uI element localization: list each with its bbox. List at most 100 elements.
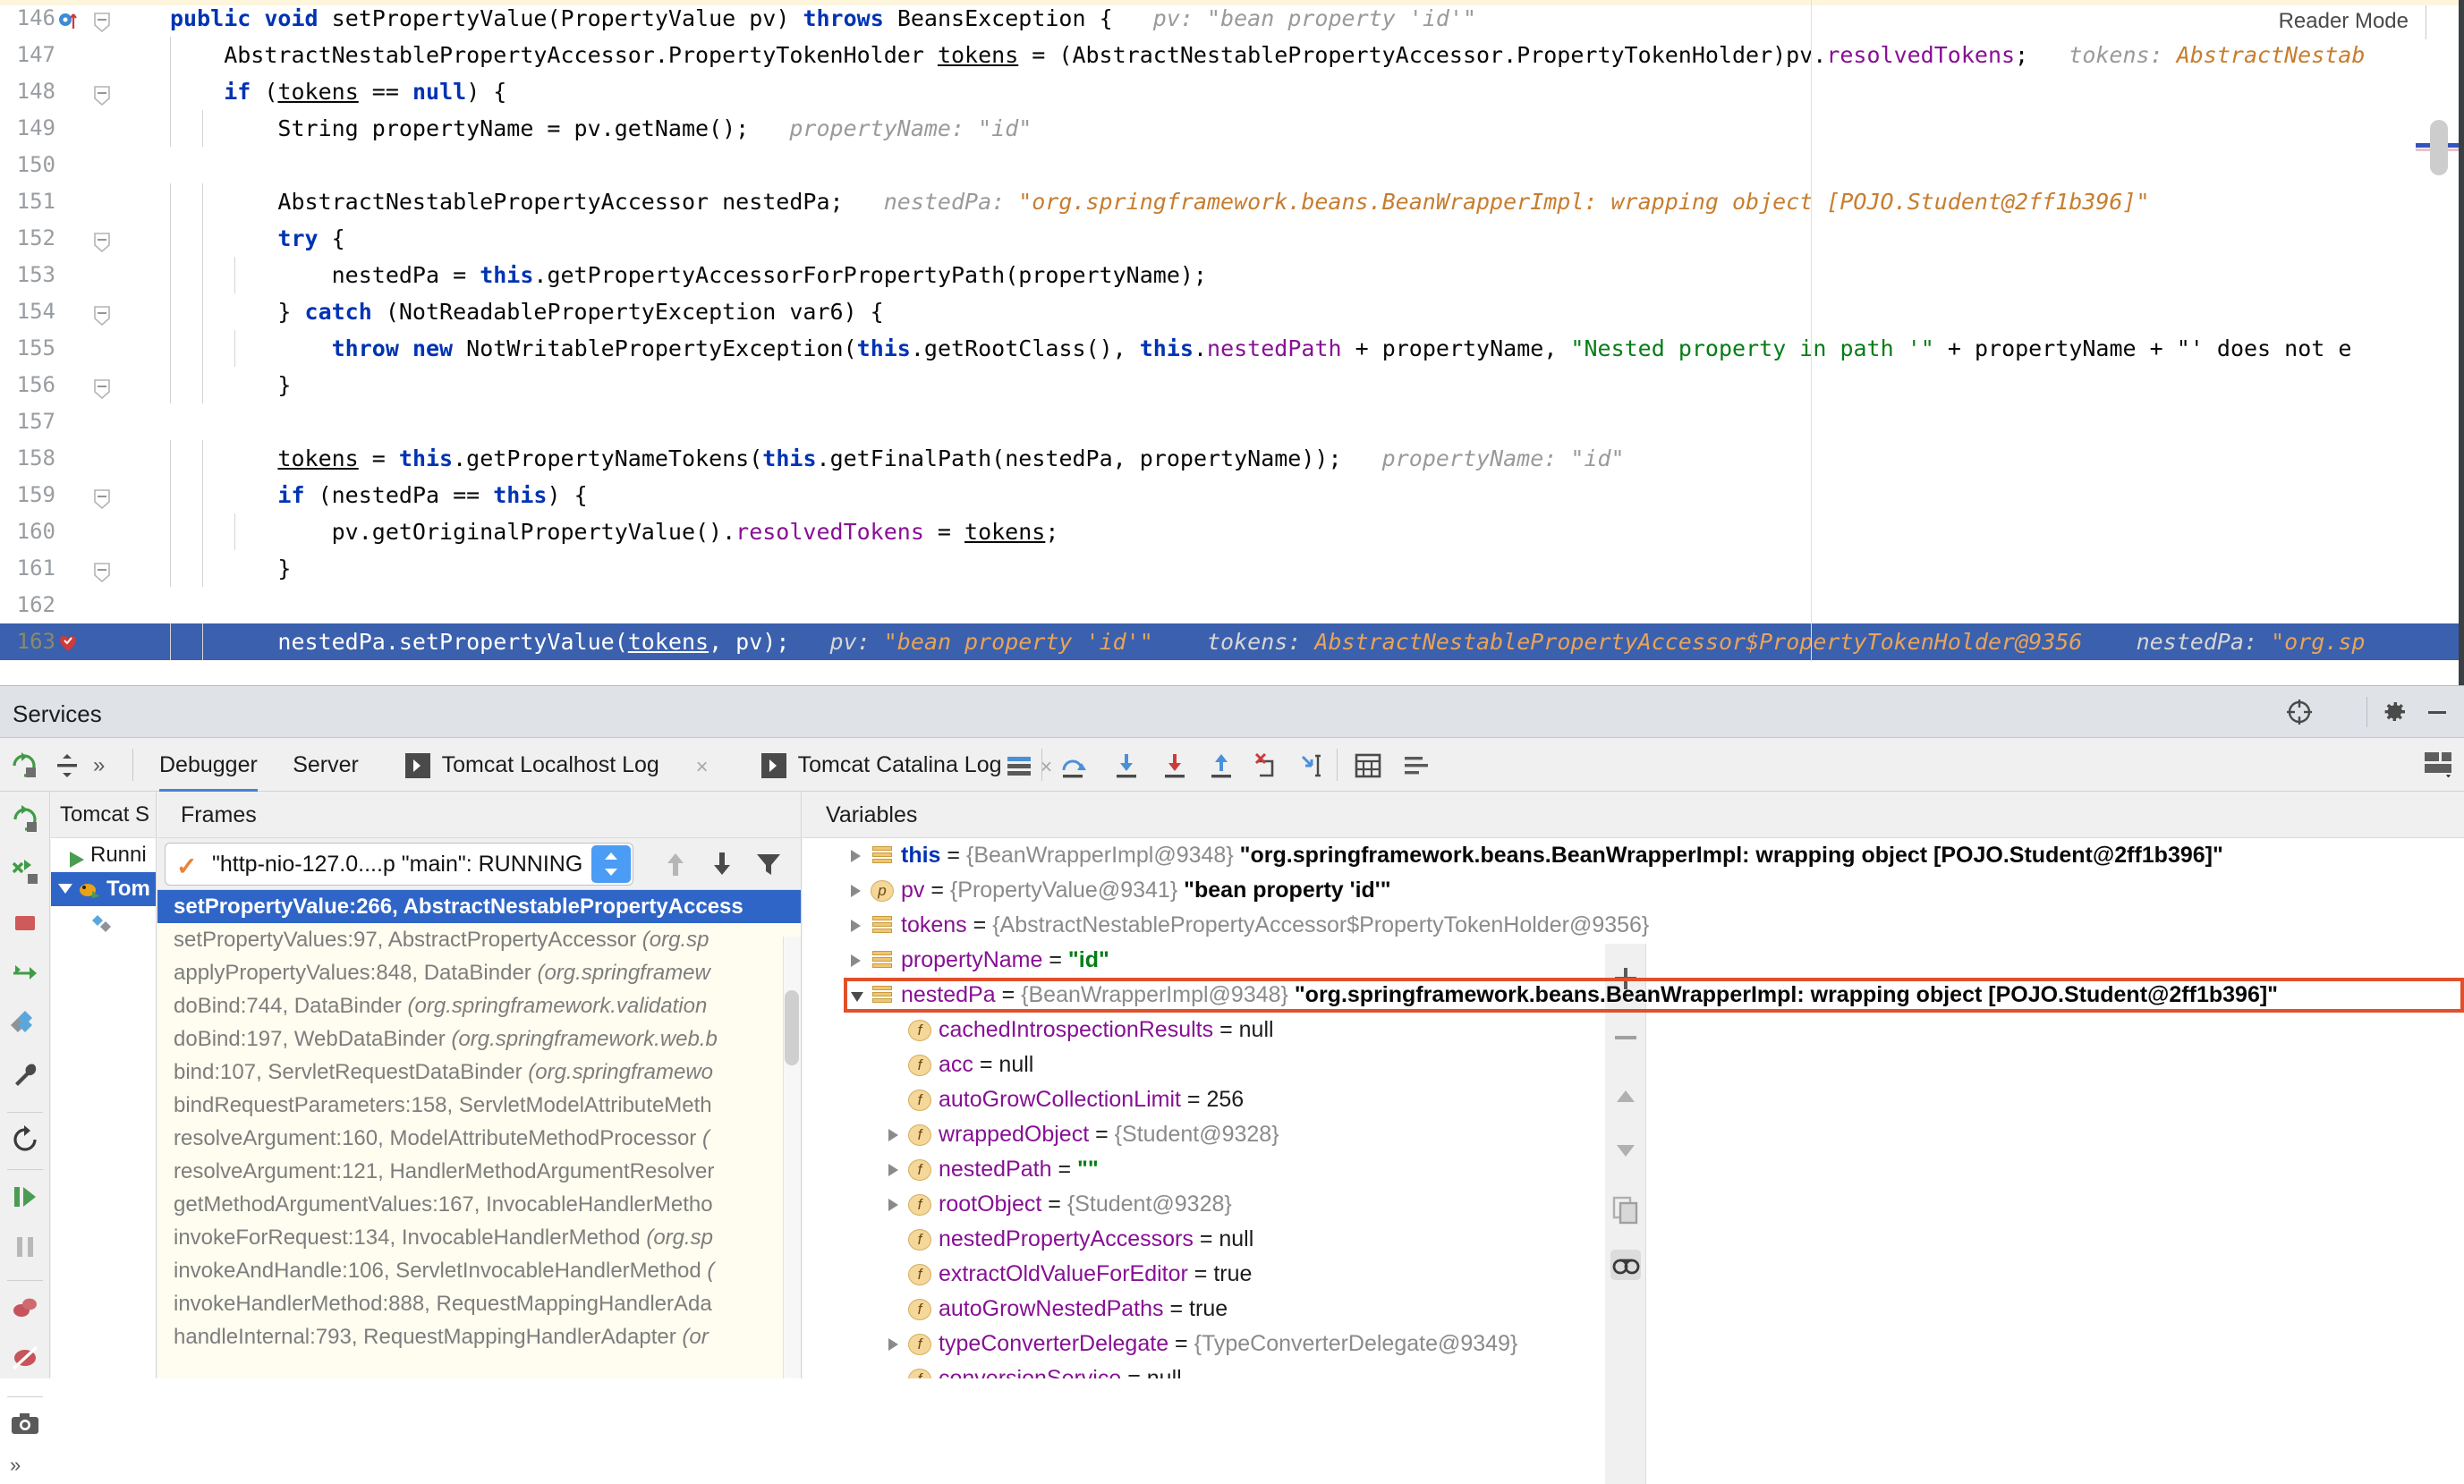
chevron-right-icon[interactable] [888,1199,898,1211]
tab-tomcat-catalina-log[interactable]: Tomcat Catalina Log [798,738,1002,792]
variable-row[interactable]: f typeConverterDelegate = {TypeConverterD… [844,1327,2464,1361]
chevron-right-icon[interactable] [888,1129,898,1141]
frame-item[interactable]: handleInternal:793, RequestMappingHandle… [157,1320,801,1353]
step-out-icon[interactable] [1206,750,1236,781]
arrow-down-icon[interactable] [707,849,737,879]
code-line-160[interactable]: 160 pv.getOriginalPropertyValue().resolv… [0,513,2464,550]
force-step-into-icon[interactable] [1160,750,1190,781]
mute-breakpoints-icon[interactable] [10,1293,40,1323]
rerun-service-icon[interactable] [9,750,39,781]
code-line-163[interactable]: 163 nestedPa.setPropertyValue(tokens, pv… [0,623,2464,660]
close-icon[interactable]: × [696,755,709,780]
frame-item[interactable]: doBind:197, WebDataBinder (org.springfra… [157,1022,801,1056]
chevron-right-icon[interactable] [851,885,861,897]
code-fold-toggle[interactable] [93,487,111,510]
tab-debugger[interactable]: Debugger [159,738,258,792]
breakpoint-icon[interactable] [57,8,79,30]
debug-tool-strip[interactable]: » [0,792,50,1476]
view-breakpoints-icon[interactable] [10,1343,40,1373]
code-line-161[interactable]: 161 } [0,550,2464,587]
chevron-right-icon[interactable] [851,850,861,862]
code-fold-toggle[interactable] [93,303,111,326]
gear-icon[interactable] [2380,698,2409,726]
code-line-159[interactable]: 159 if (nestedPa == this) { [0,477,2464,513]
frame-item[interactable]: setPropertyValue:266, AbstractNestablePr… [157,890,801,923]
variable-row[interactable]: propertyName = "id" [844,943,2464,978]
pause-icon[interactable] [10,1232,40,1262]
code-line-154[interactable]: 154 } catch (NotReadablePropertyExceptio… [0,293,2464,330]
code-fold-toggle[interactable] [93,377,111,400]
server-tree[interactable]: Tomcat S Runni Tom [51,792,157,1378]
frames-scrollbar-thumb[interactable] [785,990,799,1065]
execution-point-icon[interactable] [57,632,79,653]
variable-row[interactable]: f wrappedObject = {Student@9328} [844,1117,2464,1152]
chevron-right-icon[interactable] [888,1338,898,1351]
rerun-icon[interactable] [10,804,40,835]
variable-row[interactable]: f cachedIntrospectionResults = null [844,1013,2464,1047]
frame-item[interactable]: invokeForRequest:134, InvocableHandlerMe… [157,1221,801,1254]
code-line-156[interactable]: 156 } [0,367,2464,403]
evaluate-icon[interactable] [1353,750,1383,781]
resume-icon[interactable] [10,1182,40,1212]
variable-row[interactable]: f acc = null [844,1047,2464,1082]
rerun-failed-icon[interactable] [10,856,40,886]
variable-row[interactable]: p pv = {PropertyValue@9341} "bean propert… [844,873,2464,908]
variable-row[interactable]: f extractOldValueForEditor = true [844,1257,2464,1292]
editor-scrollbar-thumb[interactable] [2430,120,2448,175]
stop-icon[interactable] [10,908,40,938]
arrow-up-icon[interactable] [660,849,691,879]
settings-rows-icon[interactable] [1401,750,1432,781]
frames-panel[interactable]: Frames ✓ "http-nio-127.0....p "main": RU… [157,792,802,1378]
variable-row[interactable]: f nestedPropertyAccessors = null [844,1222,2464,1257]
code-line-149[interactable]: 149 String propertyName = pv.getName(); … [0,110,2464,147]
chevron-right-icon[interactable] [851,954,861,967]
code-line-158[interactable]: 158 tokens = this.getPropertyNameTokens(… [0,440,2464,477]
target-icon[interactable] [2285,698,2314,726]
drop-frame-icon[interactable] [1251,750,1281,781]
frame-item[interactable]: invokeHandlerMethod:888, RequestMappingH… [157,1287,801,1320]
variable-row[interactable]: this = {BeanWrapperImpl@9348} "org.sprin… [844,838,2464,873]
reader-mode-label[interactable]: Reader Mode [2279,9,2409,34]
frame-item[interactable]: applyPropertyValues:848, DataBinder (org… [157,956,801,989]
frame-item[interactable]: resolveArgument:160, ModelAttributeMetho… [157,1122,801,1155]
step-over-icon[interactable] [1058,750,1088,781]
code-fold-toggle[interactable] [93,10,111,33]
frame-item[interactable]: setPropertyValues:97, AbstractPropertyAc… [157,923,801,956]
variable-row[interactable]: f nestedPath = "" [844,1152,2464,1187]
variable-row[interactable]: nestedPa = {BeanWrapperImpl@9348} "org.s… [844,978,2464,1013]
run-to-cursor-icon[interactable] [1296,750,1326,781]
chevron-down-icon[interactable] [851,992,863,1002]
redeploy-icon[interactable] [10,958,40,988]
code-line-150[interactable]: 150 [0,147,2464,183]
restart-icon[interactable] [10,1124,40,1155]
step-into-icon[interactable] [1111,750,1142,781]
services-tab-row[interactable]: » Debugger Server Tomcat Localhost Log × Tom… [0,738,2464,792]
frame-item[interactable]: bindRequestParameters:158, ServletModelA… [157,1089,801,1122]
code-fold-toggle[interactable] [93,83,111,106]
thread-combobox[interactable]: ✓ "http-nio-127.0....p "main": RUNNING [165,843,633,886]
code-line-147[interactable]: 147 AbstractNestablePropertyAccessor.Pro… [0,37,2464,73]
chevron-right-icon[interactable] [851,920,861,932]
code-editor[interactable]: 146 public void setPropertyValue(Property… [0,0,2464,685]
layout-settings-icon[interactable] [2423,750,2453,778]
chevron-right-icon[interactable] [888,1164,898,1176]
chevron-down-icon[interactable] [58,884,72,894]
frame-item[interactable]: resolveArgument:121, HandlerMethodArgume… [157,1155,801,1188]
server-tree-item[interactable]: Tom [51,872,156,906]
layout-icon[interactable] [1004,750,1034,781]
deploy-icon[interactable] [10,1008,40,1039]
code-line-152[interactable]: 152 try { [0,220,2464,257]
minimize-icon[interactable] [2423,698,2451,726]
frame-item[interactable]: getMethodArgumentValues:167, InvocableHa… [157,1188,801,1221]
frame-item[interactable]: doBind:744, DataBinder (org.springframew… [157,989,801,1022]
variable-row[interactable]: f autoGrowCollectionLimit = 256 [844,1082,2464,1117]
collapse-expand-icon[interactable] [52,750,82,781]
tab-server[interactable]: Server [293,738,359,792]
overflow-chevron-icon[interactable]: » [93,738,105,792]
tab-tomcat-localhost-log[interactable]: Tomcat Localhost Log [442,738,659,792]
code-line-157[interactable]: 157 [0,403,2464,440]
code-line-162[interactable]: 162 [0,587,2464,623]
more-icon[interactable]: » [10,1454,40,1484]
code-line-148[interactable]: 148 if (tokens == null) { [0,73,2464,110]
variables-panel[interactable]: Variables this = {BeanWrapperImpl@9348} … [803,792,2464,1484]
